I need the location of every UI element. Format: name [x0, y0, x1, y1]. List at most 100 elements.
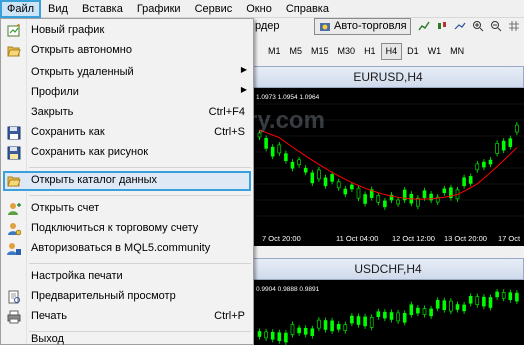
new-order-button[interactable]: рдер	[252, 18, 280, 35]
candle	[488, 297, 493, 308]
chart-title: EURUSD,H4	[252, 66, 524, 88]
toolbar-zoom-out-icon[interactable]	[490, 20, 502, 32]
candle	[369, 316, 374, 328]
candle	[442, 188, 447, 194]
candle	[363, 316, 367, 327]
menu-item-open-remote[interactable]: Открыть удаленный ▶	[3, 63, 251, 83]
toolbar-chart-icon[interactable]	[418, 20, 430, 32]
toolbar-line-icon[interactable]	[454, 20, 466, 32]
toolbar-grid-icon[interactable]	[508, 20, 520, 32]
ohlc-values: 0.9904 0.9888 0.9891	[256, 286, 320, 293]
file-menu-dropdown: Новый график Открыть автономно Открыть у…	[0, 18, 254, 345]
timeframe-m30[interactable]: M30	[334, 43, 360, 60]
submenu-arrow-icon: ▶	[240, 85, 247, 94]
menu-item-close[interactable]: Закрыть Ctrl+F4	[3, 103, 251, 123]
menu-item-exit[interactable]: Выход	[3, 333, 251, 345]
candle	[389, 312, 394, 320]
menu-separator	[29, 195, 251, 196]
menu-window[interactable]: Окно	[239, 0, 279, 18]
toolbar-candles-icon[interactable]	[436, 20, 448, 32]
candle	[475, 296, 480, 306]
timeframe-mn[interactable]: MN	[446, 43, 468, 60]
timeframe-h4[interactable]: H4	[380, 42, 403, 60]
chart-window-eurusd[interactable]: EURUSD,H4 1.0973 1.0954 1.0964 7 Oct 20:…	[252, 66, 524, 246]
menu-item-shortcut: Ctrl+F4	[208, 106, 245, 118]
candle	[310, 172, 315, 184]
timeframe-m1[interactable]: M1	[264, 43, 285, 60]
chart-window-usdchf[interactable]: USDCHF,H4 0.9904 0.9888 0.9891	[252, 258, 524, 345]
candle	[336, 181, 341, 189]
toolbar-zoom-in-icon[interactable]	[472, 20, 484, 32]
candle	[290, 324, 295, 335]
menu-item-label: Настройка печати	[31, 270, 123, 282]
candle	[383, 200, 387, 208]
time-label: 7 Oct 20:00	[262, 234, 301, 243]
menu-item-print[interactable]: Печать Ctrl+P	[3, 307, 251, 327]
time-label: 11 Oct 04:00	[336, 234, 379, 243]
menu-item-label: Новый график	[31, 24, 105, 36]
save-picture-icon	[7, 146, 21, 160]
menu-item-login-mql5[interactable]: Авторизоваться в MQL5.community	[3, 239, 251, 259]
user-connect-icon	[7, 222, 22, 236]
timeframe-w1[interactable]: W1	[424, 43, 446, 60]
candle	[330, 320, 334, 332]
candle	[330, 174, 334, 182]
menu-item-connect-account[interactable]: Подключиться к торговому счету	[3, 219, 251, 239]
timeframe-d1[interactable]: D1	[403, 43, 423, 60]
candle	[482, 161, 486, 168]
timeframe-toolbar: M1 M5 M15 M30 H1 H4 D1 W1 MN	[252, 40, 524, 62]
menu-charts[interactable]: Графики	[130, 0, 188, 18]
menu-item-label: Печать	[31, 310, 68, 322]
menu-item-new-chart[interactable]: Новый график	[3, 21, 251, 41]
folder-icon	[7, 174, 21, 188]
candle	[482, 296, 486, 307]
menu-item-print-preview[interactable]: Предварительный просмотр	[3, 287, 251, 307]
candle	[323, 177, 328, 187]
print-preview-icon	[7, 290, 21, 304]
menu-item-open-data-folder[interactable]: Открыть каталог данных	[3, 171, 251, 191]
menu-item-save-as-picture[interactable]: Сохранить как рисунок	[3, 143, 251, 163]
save-icon	[7, 126, 21, 140]
menu-item-print-setup[interactable]: Настройка печати	[3, 267, 251, 287]
time-label: 12 Oct 12:00	[392, 234, 435, 243]
auto-trading-button[interactable]: Авто-торговля	[314, 18, 411, 35]
menu-item-label: Выход	[31, 333, 64, 345]
ohlc-values: 1.0973 1.0954 1.0964	[256, 94, 320, 101]
candle	[264, 331, 268, 339]
new-chart-icon	[7, 24, 21, 38]
menu-file[interactable]: Файл	[0, 0, 42, 18]
candle	[416, 307, 420, 314]
candle	[501, 292, 506, 299]
candle	[336, 323, 341, 330]
candle	[429, 308, 433, 317]
menu-item-open-account[interactable]: Открыть счет	[3, 199, 251, 219]
time-label: 17 Oct	[498, 234, 521, 243]
menu-item-label: Закрыть	[31, 106, 74, 118]
candle	[462, 304, 466, 312]
menu-item-open-offline[interactable]: Открыть автономно	[3, 41, 251, 61]
menu-help[interactable]: Справка	[279, 0, 336, 18]
chart-area[interactable]	[252, 88, 524, 234]
candle	[323, 320, 328, 330]
menu-item-profiles[interactable]: Профили ▶	[3, 83, 251, 103]
menu-bar: Файл Вид Вставка Графики Сервис Окно Спр…	[0, 0, 524, 18]
candle	[449, 300, 453, 312]
candle	[303, 327, 308, 335]
candle	[495, 143, 499, 154]
menu-item-shortcut: Ctrl+S	[214, 126, 245, 138]
menu-insert[interactable]: Вставка	[75, 0, 130, 18]
timeframe-m15[interactable]: M15	[307, 43, 333, 60]
printer-icon	[7, 310, 21, 324]
menu-item-label: Сохранить как рисунок	[31, 146, 149, 158]
candle	[409, 304, 414, 316]
candle	[356, 187, 361, 199]
candle	[317, 319, 321, 329]
menu-item-save-as[interactable]: Сохранить как Ctrl+S	[3, 123, 251, 143]
menu-view[interactable]: Вид	[41, 0, 75, 18]
menu-tools[interactable]: Сервис	[188, 0, 240, 18]
candle	[343, 188, 348, 195]
candle	[350, 315, 354, 324]
user-add-icon	[7, 202, 21, 216]
timeframe-m5[interactable]: M5	[286, 43, 307, 60]
timeframe-h1[interactable]: H1	[360, 43, 380, 60]
